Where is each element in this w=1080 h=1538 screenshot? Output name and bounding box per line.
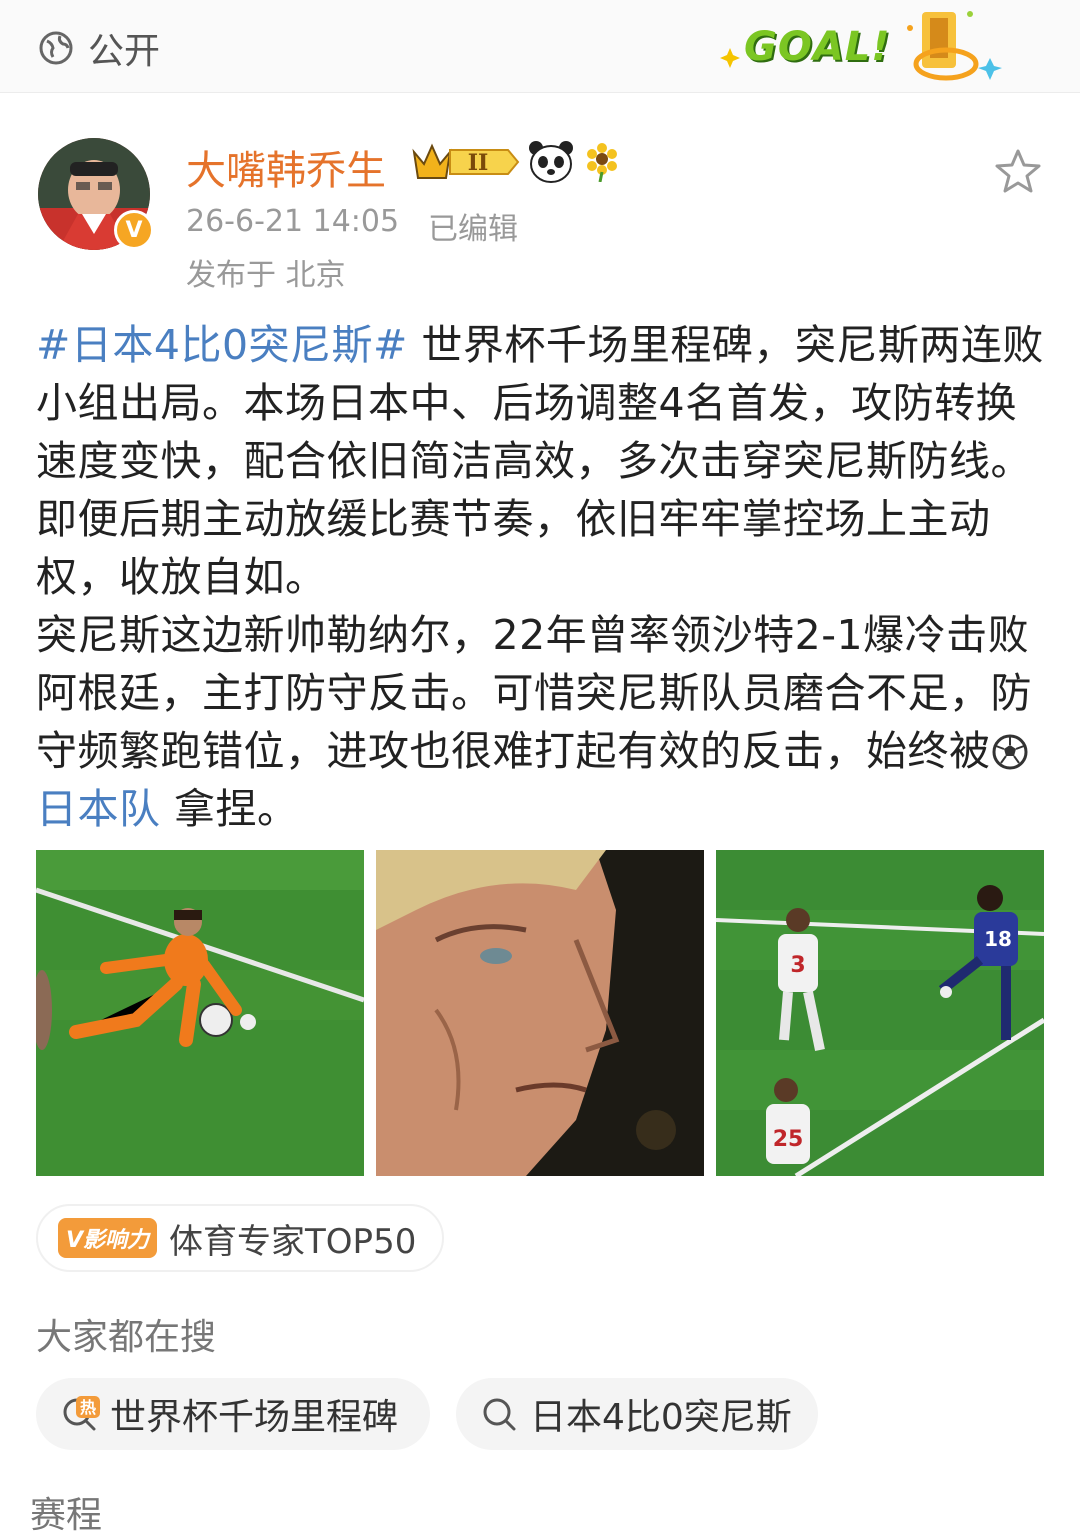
globe-icon — [39, 31, 73, 65]
trending-search-item[interactable]: 热 世界杯千场里程碑 — [36, 1378, 430, 1450]
top-bar: 公开 GOAL! — [0, 0, 1080, 93]
goalkeeper-image — [36, 850, 364, 1176]
goal-decoration: GOAL! — [720, 8, 1010, 88]
player-number: 18 — [984, 927, 1012, 951]
photo-coach-closeup[interactable] — [376, 850, 704, 1176]
photo-match-action[interactable]: 3 25 18 — [716, 850, 1044, 1176]
trending-search-text: 日本4比0突尼斯 — [530, 1397, 792, 1438]
drink-cup-icon — [907, 11, 1002, 81]
post-paragraph-2-end: 拿捏。 — [160, 785, 299, 833]
crown-level-badge[interactable]: II — [410, 138, 522, 186]
influence-label: 体育专家TOP50 — [169, 1221, 417, 1262]
hot-search-icon: 热 — [63, 1396, 100, 1431]
post-location: 发布于 北京 — [186, 258, 346, 293]
visibility-label: 公开 — [88, 31, 161, 72]
photo-goalkeeper[interactable] — [36, 850, 364, 1176]
trending-search-text: 世界杯千场里程碑 — [110, 1397, 399, 1438]
trending-heading: 大家都在搜 — [36, 1317, 217, 1358]
influence-badge[interactable]: V影响力 体育专家TOP50 — [36, 1204, 444, 1272]
player-number: 3 — [790, 953, 805, 978]
hot-label: 热 — [80, 1398, 96, 1417]
schedule-section-label: 赛程 — [30, 1495, 103, 1536]
influence-tag: V影响力 — [58, 1218, 158, 1258]
post-paragraph-1: #日本4比0突尼斯# 世界杯千场里程碑，突尼斯两连败小组出局。本场日本中、后场调… — [36, 316, 1046, 606]
author-name[interactable]: 大嘴韩乔生 — [186, 138, 386, 196]
soccer-ball-icon — [992, 734, 1027, 770]
mention-link[interactable]: 日本队 — [36, 785, 161, 833]
edited-label[interactable]: 已编辑 — [428, 204, 518, 248]
hashtag-link[interactable]: #日本4比0突尼斯# — [36, 321, 408, 369]
sparkle-icon — [720, 48, 740, 68]
match-action-image: 3 25 18 — [716, 850, 1044, 1176]
player-number: 25 — [773, 1127, 804, 1152]
post-paragraph-2-text: 突尼斯这边新帅勒纳尔，22年曾率领沙特2-1爆冷击败阿根廷，主打防守反击。可惜突… — [36, 611, 1032, 775]
rank-text: II — [468, 150, 489, 176]
verified-badge: V — [114, 210, 154, 250]
post-body: #日本4比0突尼斯# 世界杯千场里程碑，突尼斯两连败小组出局。本场日本中、后场调… — [36, 316, 1046, 838]
favorite-star-icon[interactable] — [994, 148, 1042, 194]
panda-icon — [529, 141, 573, 183]
sunflower-icon — [587, 143, 617, 182]
visibility-setting[interactable]: 公开 — [38, 22, 160, 74]
search-icon — [483, 1398, 516, 1431]
goal-text: GOAL! — [744, 24, 891, 70]
post-time: 26-6-21 14:05 — [186, 204, 400, 239]
trending-search-item[interactable]: 日本4比0突尼斯 — [456, 1378, 818, 1450]
post-paragraph-2: 突尼斯这边新帅勒纳尔，22年曾率领沙特2-1爆冷击败阿根廷，主打防守反击。可惜突… — [36, 606, 1046, 838]
coach-image — [376, 850, 704, 1176]
